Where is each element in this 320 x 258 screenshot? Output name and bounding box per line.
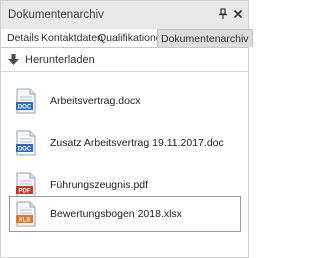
close-icon[interactable] [232,8,244,20]
svg-text:XLS: XLS [19,218,31,224]
pin-icon[interactable] [217,8,229,20]
download-button[interactable]: Herunterladen [7,51,95,68]
panel-title: Dokumentenarchiv [8,9,104,21]
pdf-file-icon: PDF [16,172,36,198]
xls-file-icon: XLS [16,201,36,227]
tab-bar: Details Kontaktdaten Qualifikationen Dok… [1,29,253,48]
tab-kontaktdaten[interactable]: Kontaktdaten [41,29,103,47]
svg-text:DOC: DOC [18,105,32,111]
document-name: Bewertungsbogen 2018.xlsx [50,208,182,220]
svg-text:PDF: PDF [19,189,31,195]
list-item-selected[interactable]: XLS Bewertungsbogen 2018.xlsx [9,196,241,232]
document-name: Zusatz Arbeitsvertrag 19.11.2017.doc [50,137,224,149]
panel-titlebar: Dokumentenarchiv [1,1,248,30]
svg-text:DOC: DOC [18,147,32,153]
doc-file-icon: DOC [16,88,36,114]
document-name: Führungszeugnis.pdf [50,179,149,191]
download-arrow-icon [8,54,19,65]
list-item[interactable]: DOC Zusatz Arbeitsvertrag 19.11.2017.doc [9,125,241,161]
tab-details[interactable]: Details [7,29,39,47]
document-list: DOC Arbeitsvertrag.docx DOC Zusatz Arbei… [1,83,248,257]
download-label: Herunterladen [25,53,95,66]
toolbar: Herunterladen [1,48,248,72]
list-item[interactable]: DOC Arbeitsvertrag.docx [9,83,241,119]
tab-dokumentenarchiv[interactable]: Dokumentenarchiv [157,29,253,47]
document-archive-panel: Dokumentenarchiv Details Kontaktdaten Qu… [0,0,253,258]
document-name: Arbeitsvertrag.docx [50,95,141,107]
doc-file-icon: DOC [16,130,36,156]
